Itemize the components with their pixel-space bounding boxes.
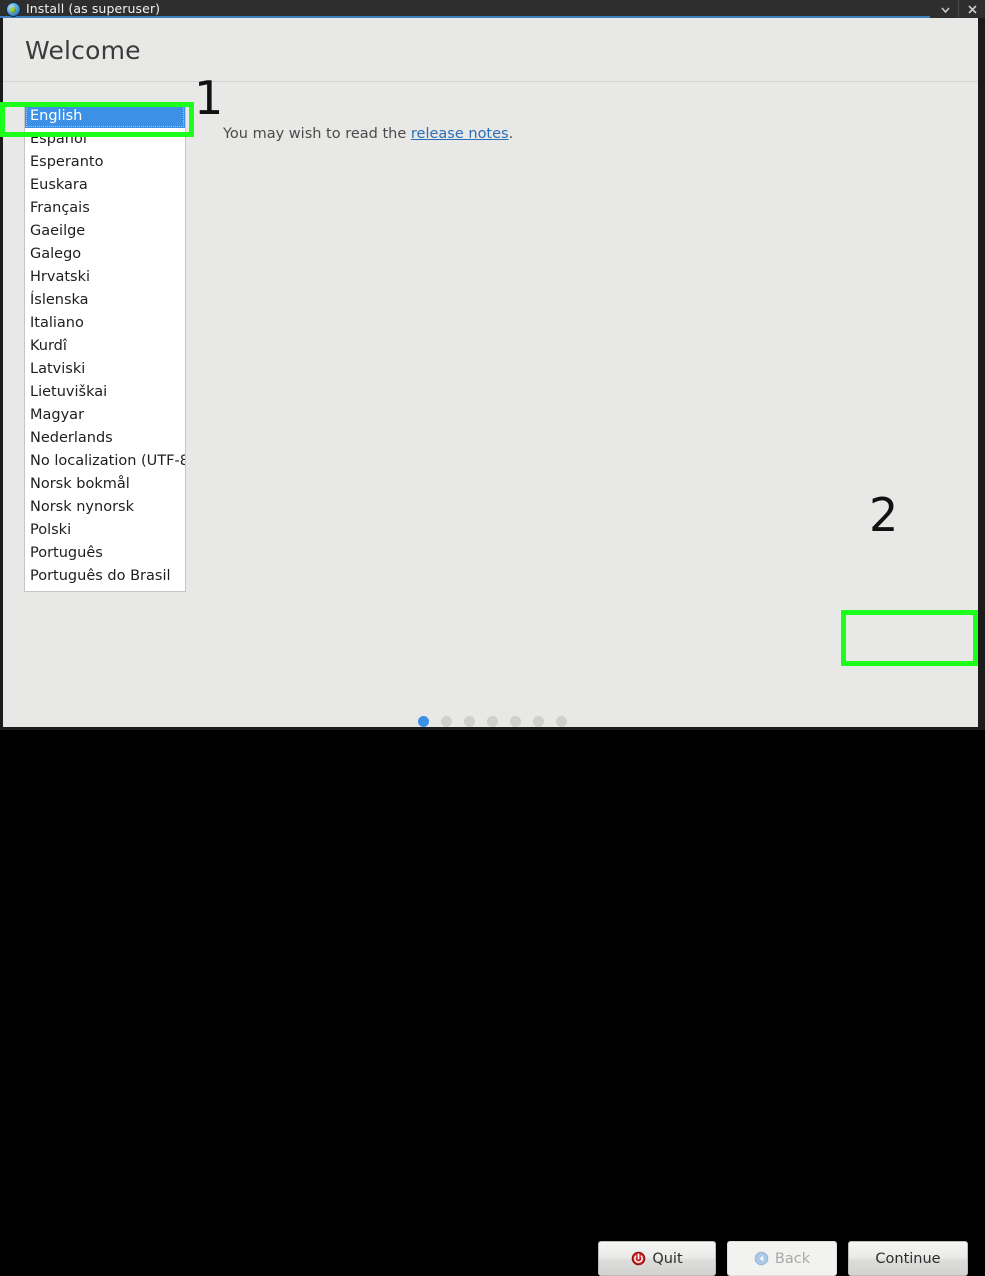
window-controls xyxy=(932,0,985,18)
continue-button[interactable]: Continue xyxy=(848,1241,968,1276)
annotation-label-2: 2 xyxy=(869,488,899,542)
language-list-item[interactable]: Italiano xyxy=(25,312,185,335)
language-list-item[interactable]: English xyxy=(25,105,185,128)
language-list-item[interactable]: Norsk nynorsk xyxy=(25,496,185,519)
back-arrow-icon xyxy=(754,1251,769,1266)
language-list-item[interactable]: Magyar xyxy=(25,404,185,427)
release-notes-line: You may wish to read the release notes. xyxy=(223,126,513,142)
continue-button-label: Continue xyxy=(875,1250,941,1267)
language-list-item[interactable]: Português do Brasil xyxy=(25,565,185,588)
power-icon xyxy=(631,1251,646,1266)
language-list-item[interactable]: Español xyxy=(25,128,185,151)
annotation-label-1: 1 xyxy=(194,71,224,125)
language-list-item[interactable]: Galego xyxy=(25,243,185,266)
quit-button-label: Quit xyxy=(652,1250,683,1267)
language-list-item[interactable]: Polski xyxy=(25,519,185,542)
language-list-item[interactable]: Latviski xyxy=(25,358,185,381)
page-header: Welcome xyxy=(3,18,978,82)
language-list-item[interactable]: No localization (UTF-8) xyxy=(25,450,185,473)
installer-window: Install (as superuser) Welcome English Es… xyxy=(0,0,985,1276)
back-button[interactable]: Back xyxy=(727,1241,837,1276)
back-button-label: Back xyxy=(774,1250,811,1267)
language-list-item[interactable]: Euskara xyxy=(25,174,185,197)
language-list-item[interactable]: Íslenska xyxy=(25,289,185,312)
progress-dot xyxy=(418,716,429,727)
progress-dot xyxy=(533,716,544,727)
language-list-item[interactable]: Hrvatski xyxy=(25,266,185,289)
progress-dot xyxy=(464,716,475,727)
language-list-item[interactable]: Português xyxy=(25,542,185,565)
close-icon[interactable] xyxy=(959,0,985,18)
progress-dot xyxy=(441,716,452,727)
language-list[interactable]: English Español Esperanto Euskara Français Ga… xyxy=(24,104,186,592)
language-list-item[interactable]: Nederlands xyxy=(25,427,185,450)
progress-dot xyxy=(487,716,498,727)
chevron-down-icon[interactable] xyxy=(932,0,958,18)
language-list-item[interactable]: Norsk bokmål xyxy=(25,473,185,496)
language-list-item[interactable]: Gaeilge xyxy=(25,220,185,243)
language-list-item[interactable]: Français xyxy=(25,197,185,220)
progress-dot xyxy=(510,716,521,727)
release-notes-suffix: . xyxy=(508,126,514,142)
window-titlebar: Install (as superuser) xyxy=(0,0,985,18)
language-list-item[interactable]: Esperanto xyxy=(25,151,185,174)
release-notes-prefix: You may wish to read the xyxy=(223,126,411,142)
quit-button[interactable]: Quit xyxy=(598,1241,716,1276)
button-bar: Quit Back Continue xyxy=(3,620,978,1276)
page-title: Welcome xyxy=(25,36,141,65)
language-list-item[interactable]: Kurdî xyxy=(25,335,185,358)
progress-dot xyxy=(556,716,567,727)
progress-dots xyxy=(3,716,982,727)
release-notes-link[interactable]: release notes xyxy=(411,126,509,142)
language-list-item[interactable]: Lietuviškai xyxy=(25,381,185,404)
installer-disc-icon xyxy=(7,2,20,16)
